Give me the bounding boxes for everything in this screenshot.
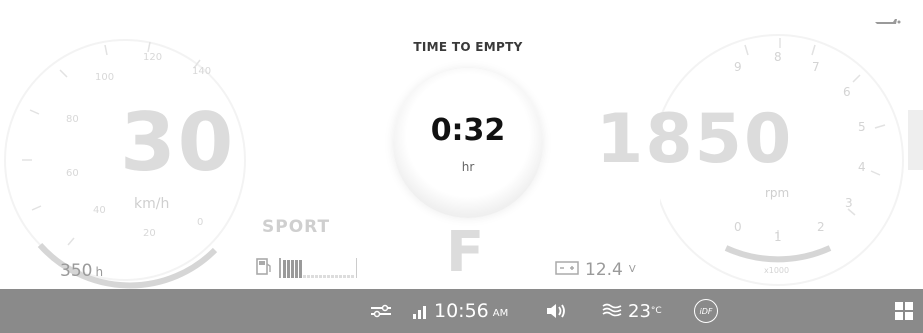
drive-mode: SPORT <box>262 217 331 237</box>
rpm-tick-5: 5 <box>858 120 866 134</box>
rpm-scale-label: x1000 <box>764 266 790 275</box>
wrench-icon[interactable] <box>370 289 392 333</box>
time-to-empty-value: 0:32 <box>430 113 506 148</box>
clock-time: 10:56 <box>434 300 489 322</box>
rpm-tick-6: 6 <box>843 85 851 99</box>
speed-tick-0: 0 <box>197 217 204 228</box>
rpm-value: 1850 <box>596 100 794 179</box>
rpm-tick-9: 9 <box>734 60 742 74</box>
gear-indicator: F <box>446 220 485 285</box>
water-temp-value: 23 <box>628 300 651 322</box>
idf-label: iDF <box>699 306 713 316</box>
speed-tick-120: 120 <box>143 52 163 63</box>
fuel-icon <box>255 256 273 280</box>
speed-tick-140: 140 <box>192 66 212 77</box>
rpm-tick-2: 2 <box>817 220 825 234</box>
boat-icon <box>873 12 901 31</box>
rpm-tick-3: 3 <box>845 196 853 210</box>
water-temperature: 23 °C <box>602 289 662 333</box>
rpm-tick-7: 7 <box>812 60 820 74</box>
fuel-level <box>255 256 357 280</box>
battery-value: 12.4 <box>585 259 623 280</box>
rpm-tick-1: 1 <box>774 230 782 244</box>
dashboard-main: 120 100 140 80 60 40 20 0 30 km/h TIME T… <box>0 0 923 289</box>
rpm-tick-0: 0 <box>734 220 742 234</box>
water-temp-unit: °C <box>650 306 662 316</box>
speaker-icon[interactable] <box>545 289 567 333</box>
rpm-tick-8: 8 <box>774 50 782 64</box>
fuel-bar <box>279 258 357 278</box>
time-to-empty-unit: hr <box>461 160 475 174</box>
speed-tick-100: 100 <box>95 72 115 83</box>
speed-tick-20: 20 <box>143 228 156 239</box>
status-bar: 10:56 AM 23 °C iDF <box>0 289 923 333</box>
rpm-unit: rpm <box>765 186 790 200</box>
battery-icon <box>555 259 579 280</box>
speed-value: 30 <box>120 96 236 189</box>
idf-icon: iDF <box>694 299 718 323</box>
water-temp-icon <box>602 302 622 321</box>
battery-voltage: 12.4 V <box>555 259 636 280</box>
signal-icon <box>412 289 430 333</box>
speed-unit: km/h <box>134 196 170 212</box>
battery-unit: V <box>628 264 636 275</box>
speed-tick-60: 60 <box>66 168 79 179</box>
time-to-empty-label: TIME TO EMPTY <box>413 40 523 54</box>
idf-button[interactable]: iDF <box>694 289 718 333</box>
engine-hours-value: 350 <box>60 261 93 281</box>
grid-menu-icon[interactable] <box>895 289 913 333</box>
engine-hours: 350 h <box>60 261 103 281</box>
speed-tick-40: 40 <box>93 205 106 216</box>
engine-hours-unit: h <box>95 265 104 279</box>
rpm-tick-4: 4 <box>858 160 866 174</box>
speed-tick-80: 80 <box>66 114 79 125</box>
clock: 10:56 AM <box>434 289 508 333</box>
clock-ampm: AM <box>492 308 509 319</box>
